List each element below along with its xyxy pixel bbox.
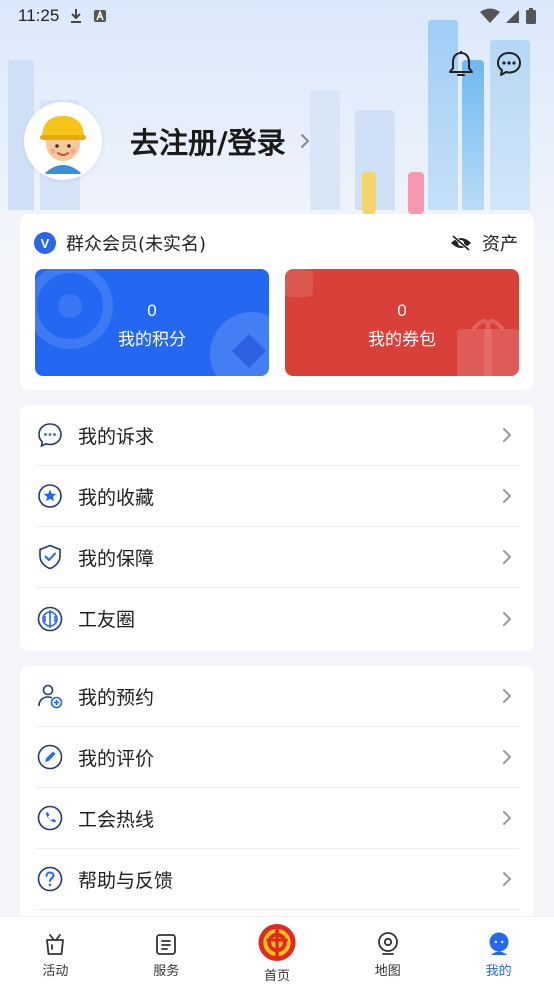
- status-bar: 11:25: [0, 0, 554, 32]
- tab-label: 活动: [42, 964, 69, 979]
- tab-label: 我的: [485, 964, 512, 979]
- login-register-link[interactable]: 去注册/登录: [130, 120, 286, 162]
- chevron-right-icon: [503, 689, 512, 703]
- menu-item-favorites[interactable]: 我的收藏: [35, 466, 519, 527]
- status-time: 11:25: [18, 6, 60, 25]
- location-pin-icon: [377, 932, 398, 955]
- question-icon: [37, 866, 63, 892]
- menu-item-label: 我的保障: [78, 547, 155, 570]
- chat-bubble-icon: [38, 423, 62, 448]
- building-decor: [310, 90, 340, 210]
- menu-item-label: 我的预约: [78, 686, 155, 709]
- chevron-right-icon: [300, 134, 310, 148]
- tab-activities[interactable]: 活动: [0, 917, 111, 984]
- star-badge-icon: [38, 484, 62, 508]
- menu-item-label: 帮助与反馈: [78, 869, 174, 892]
- member-level: V 群众会员(未实名): [34, 230, 206, 256]
- union-logo-icon: [258, 923, 296, 962]
- union-circle-icon: [37, 606, 63, 631]
- chevron-right-icon: [503, 611, 512, 626]
- menu-group-1: 我的诉求 我的收藏 我的保障 工友圈: [20, 405, 534, 651]
- member-status-label: 群众会员(未实名): [66, 234, 207, 255]
- tab-services[interactable]: 服务: [111, 917, 222, 984]
- points-value: 0: [147, 301, 157, 320]
- coupon-label: 我的券包: [368, 330, 436, 350]
- coupon-value: 0: [397, 301, 407, 320]
- header-actions: [448, 50, 522, 78]
- menu-item-reviews[interactable]: 我的评价: [35, 727, 519, 788]
- chevron-right-icon: [503, 750, 512, 764]
- bell-icon[interactable]: [448, 50, 474, 78]
- building-decor: [408, 172, 424, 214]
- assets-label: 资产: [482, 234, 518, 255]
- chevron-right-icon: [503, 428, 512, 442]
- profile-header[interactable]: 去注册/登录: [24, 102, 312, 180]
- member-card: V 群众会员(未实名) 资产 0 我的积分 0 我的券包: [20, 214, 534, 390]
- person-icon: [489, 932, 509, 955]
- building-decor: [428, 20, 458, 210]
- menu-item-label: 我的收藏: [78, 486, 155, 509]
- eye-hidden-icon[interactable]: [450, 235, 472, 251]
- pencil-icon: [37, 744, 63, 770]
- building-decor: [362, 172, 376, 214]
- member-badge-icon: V: [34, 232, 56, 254]
- menu-item-appointments[interactable]: 我的预约: [35, 666, 519, 727]
- points-label: 我的积分: [118, 330, 186, 350]
- menu-item-hotline[interactable]: 工会热线: [35, 788, 519, 849]
- notification-a-icon: [94, 9, 107, 22]
- coupon-tile[interactable]: 0 我的券包: [285, 269, 519, 376]
- message-icon[interactable]: [496, 50, 522, 78]
- menu-group-2: 我的预约 我的评价 工会热线 帮助与反馈: [20, 666, 534, 926]
- signal-icon: [506, 10, 519, 23]
- menu-item-label: 我的诉求: [78, 425, 155, 448]
- menu-item-label: 工会热线: [78, 808, 155, 831]
- user-add-icon: [38, 684, 63, 709]
- tab-label: 地图: [374, 964, 401, 979]
- gift-box-icon: [46, 934, 65, 955]
- tab-map[interactable]: 地图: [332, 917, 443, 984]
- menu-item-label: 我的评价: [78, 747, 155, 770]
- points-tile[interactable]: 0 我的积分: [35, 269, 269, 376]
- avatar[interactable]: [24, 102, 102, 180]
- worker-avatar-icon: [26, 104, 100, 178]
- chevron-right-icon: [503, 811, 512, 825]
- tab-mine[interactable]: 我的: [443, 917, 554, 984]
- tab-home[interactable]: 首页: [222, 917, 333, 984]
- tab-label: 服务: [153, 964, 180, 979]
- assets-toggle[interactable]: 资产: [450, 230, 518, 256]
- tile-decor: [285, 269, 313, 297]
- phone-icon: [37, 805, 63, 831]
- menu-item-requests[interactable]: 我的诉求: [35, 405, 519, 466]
- building-decor: [462, 60, 484, 210]
- chevron-right-icon: [503, 489, 512, 503]
- menu-item-label: 工友圈: [78, 609, 136, 631]
- wifi-icon: [480, 8, 500, 23]
- list-icon: [156, 934, 177, 955]
- bottom-tab-bar: 活动 服务 首页 地图 我的: [0, 916, 554, 984]
- chevron-right-icon: [503, 872, 512, 886]
- chevron-right-icon: [503, 550, 512, 564]
- download-icon: [71, 9, 82, 23]
- battery-icon: [526, 8, 536, 24]
- tab-label: 首页: [263, 969, 290, 984]
- menu-item-help-feedback[interactable]: 帮助与反馈: [35, 849, 519, 910]
- shield-check-icon: [39, 544, 61, 570]
- menu-item-workers-circle[interactable]: 工友圈: [35, 588, 519, 649]
- menu-item-protection[interactable]: 我的保障: [35, 527, 519, 588]
